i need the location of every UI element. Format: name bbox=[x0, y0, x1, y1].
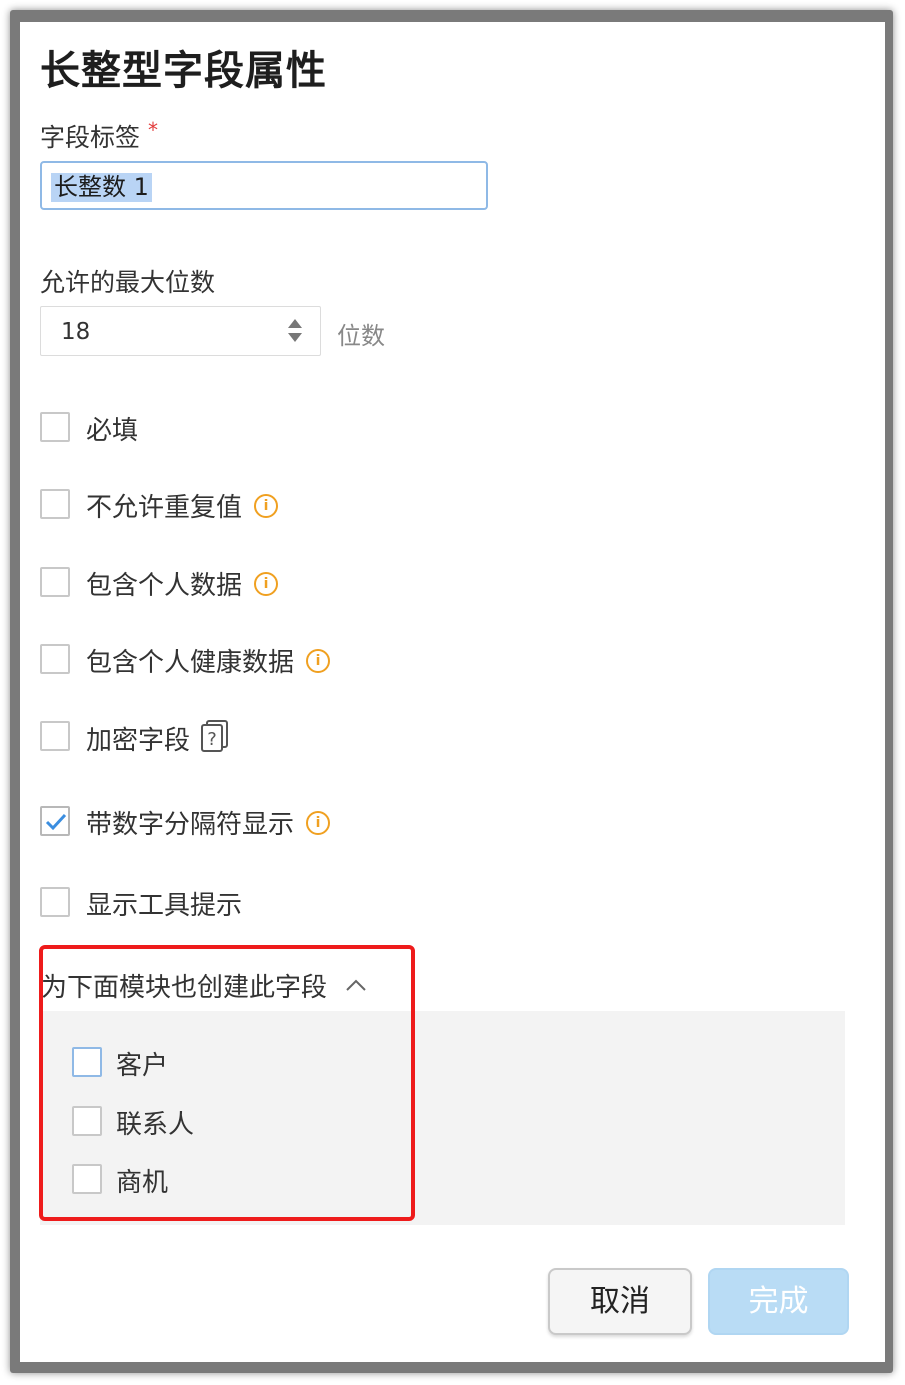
max-digits-stepper[interactable]: 18 bbox=[40, 306, 321, 356]
stepper-down-icon[interactable] bbox=[288, 333, 302, 342]
dialog-title: 长整型字段属性 bbox=[40, 48, 327, 94]
info-icon[interactable]: i bbox=[254, 494, 279, 518]
show-tooltip-label: 显示工具提示 bbox=[86, 891, 243, 921]
annotation-highlight-box bbox=[39, 945, 415, 1221]
digit-separator-label: 带数字分隔符显示 bbox=[86, 810, 295, 840]
stepper-up-icon[interactable] bbox=[288, 319, 302, 328]
info-icon[interactable]: i bbox=[306, 649, 331, 673]
encrypt-field-checkbox[interactable] bbox=[40, 721, 70, 751]
health-data-checkbox[interactable] bbox=[40, 644, 70, 674]
check-icon bbox=[45, 813, 67, 831]
health-data-label: 包含个人健康数据 bbox=[86, 648, 295, 678]
required-label: 必填 bbox=[86, 416, 139, 446]
max-digits-value: 18 bbox=[61, 319, 91, 345]
required-checkbox[interactable] bbox=[40, 412, 70, 442]
field-label-input[interactable]: 长整数 1 bbox=[40, 161, 488, 210]
field-label-input-value: 长整数 1 bbox=[51, 173, 152, 202]
digit-separator-label-wrap: 带数字分隔符显示 i bbox=[86, 804, 331, 841]
health-data-label-wrap: 包含个人健康数据 i bbox=[86, 642, 331, 679]
no-duplicates-checkbox[interactable] bbox=[40, 489, 70, 519]
digit-separator-checkbox[interactable] bbox=[40, 806, 70, 836]
encrypt-field-label-wrap: 加密字段 ? bbox=[86, 719, 230, 760]
help-doc-icon[interactable]: ? bbox=[200, 719, 230, 760]
personal-data-label: 包含个人数据 bbox=[86, 571, 243, 601]
no-duplicates-label: 不允许重复值 bbox=[86, 493, 243, 523]
cancel-button[interactable]: 取消 bbox=[548, 1268, 692, 1335]
no-duplicates-label-wrap: 不允许重复值 i bbox=[86, 487, 279, 524]
info-icon[interactable]: i bbox=[306, 811, 331, 835]
encrypt-field-label: 加密字段 bbox=[86, 726, 191, 756]
info-icon[interactable]: i bbox=[254, 572, 279, 596]
max-digits-unit: 位数 bbox=[337, 322, 385, 350]
done-button[interactable]: 完成 bbox=[708, 1268, 849, 1335]
show-tooltip-checkbox[interactable] bbox=[40, 887, 70, 917]
svg-text:?: ? bbox=[207, 729, 217, 750]
stepper-arrows-icon[interactable] bbox=[288, 319, 302, 345]
personal-data-checkbox[interactable] bbox=[40, 567, 70, 597]
field-label-text: 字段标签 bbox=[40, 123, 141, 152]
field-label-heading: 字段标签 * bbox=[40, 118, 158, 154]
personal-data-label-wrap: 包含个人数据 i bbox=[86, 565, 279, 602]
required-mark: * bbox=[148, 118, 159, 142]
max-digits-label: 允许的最大位数 bbox=[40, 268, 216, 297]
